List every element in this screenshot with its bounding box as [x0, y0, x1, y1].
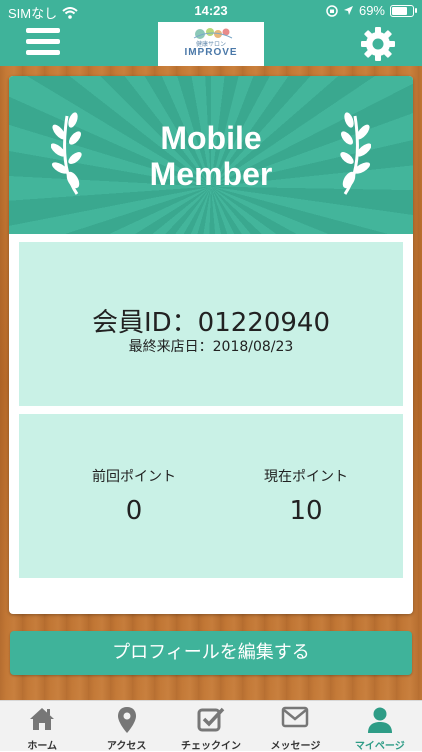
location-arrow-icon [343, 6, 353, 15]
battery-icon [390, 4, 417, 17]
hamburger-line [26, 50, 60, 55]
banner-title-line2: Member [149, 156, 273, 192]
battery-fill [392, 6, 408, 15]
hamburger-line [26, 28, 60, 33]
previous-points: 前回ポイント 0 [59, 466, 209, 526]
previous-points-label: 前回ポイント [92, 469, 176, 485]
member-info-panel: 会員ID：01220940 最終来店日：2018/08/23 [19, 242, 403, 406]
edit-profile-button[interactable]: プロフィールを編集する [10, 631, 412, 675]
current-points-value: 10 [289, 496, 323, 526]
points-panel: 前回ポイント 0 現在ポイント 10 [19, 414, 403, 578]
checkin-icon [197, 707, 225, 732]
settings-button[interactable] [360, 26, 396, 62]
gear-icon [361, 27, 395, 61]
member-id: 会員ID：01220940 [91, 308, 331, 338]
tab-access[interactable]: アクセス [84, 701, 168, 752]
tab-checkin[interactable]: チェックイン [169, 701, 253, 752]
last-visit-date: 最終来店日：2018/08/23 [128, 339, 294, 355]
banner-title-line1: Mobile [160, 120, 262, 156]
current-points: 現在ポイント 10 [231, 466, 381, 526]
previous-points-value: 0 [125, 496, 143, 526]
tab-home[interactable]: ホーム [0, 701, 84, 752]
status-bar: SIMなし 14:23 69% [0, 0, 422, 22]
tab-message[interactable]: メッセージ [253, 701, 337, 752]
map-pin-icon [117, 707, 136, 733]
app-logo: 健康サロン IMPROVE [158, 22, 264, 66]
mail-icon [282, 706, 309, 728]
logo-title: IMPROVE [184, 47, 238, 58]
tab-bar: ホーム アクセス チェックイン メッセージ マイページ [0, 700, 422, 752]
orientation-lock-icon [326, 4, 338, 17]
hamburger-line [26, 39, 60, 44]
menu-button[interactable] [26, 28, 60, 58]
user-icon [367, 707, 392, 733]
banner-title: Mobile Member [9, 120, 413, 192]
home-icon [30, 708, 55, 730]
app-header: 健康サロン IMPROVE [0, 22, 422, 66]
tab-mypage[interactable]: マイページ [338, 701, 422, 752]
member-card: Mobile Member 会員ID：01220940 最終来店日：2018/0… [9, 76, 413, 614]
member-banner: Mobile Member [9, 76, 413, 234]
battery-percent: 69% [358, 3, 385, 18]
current-points-label: 現在ポイント [264, 469, 348, 485]
